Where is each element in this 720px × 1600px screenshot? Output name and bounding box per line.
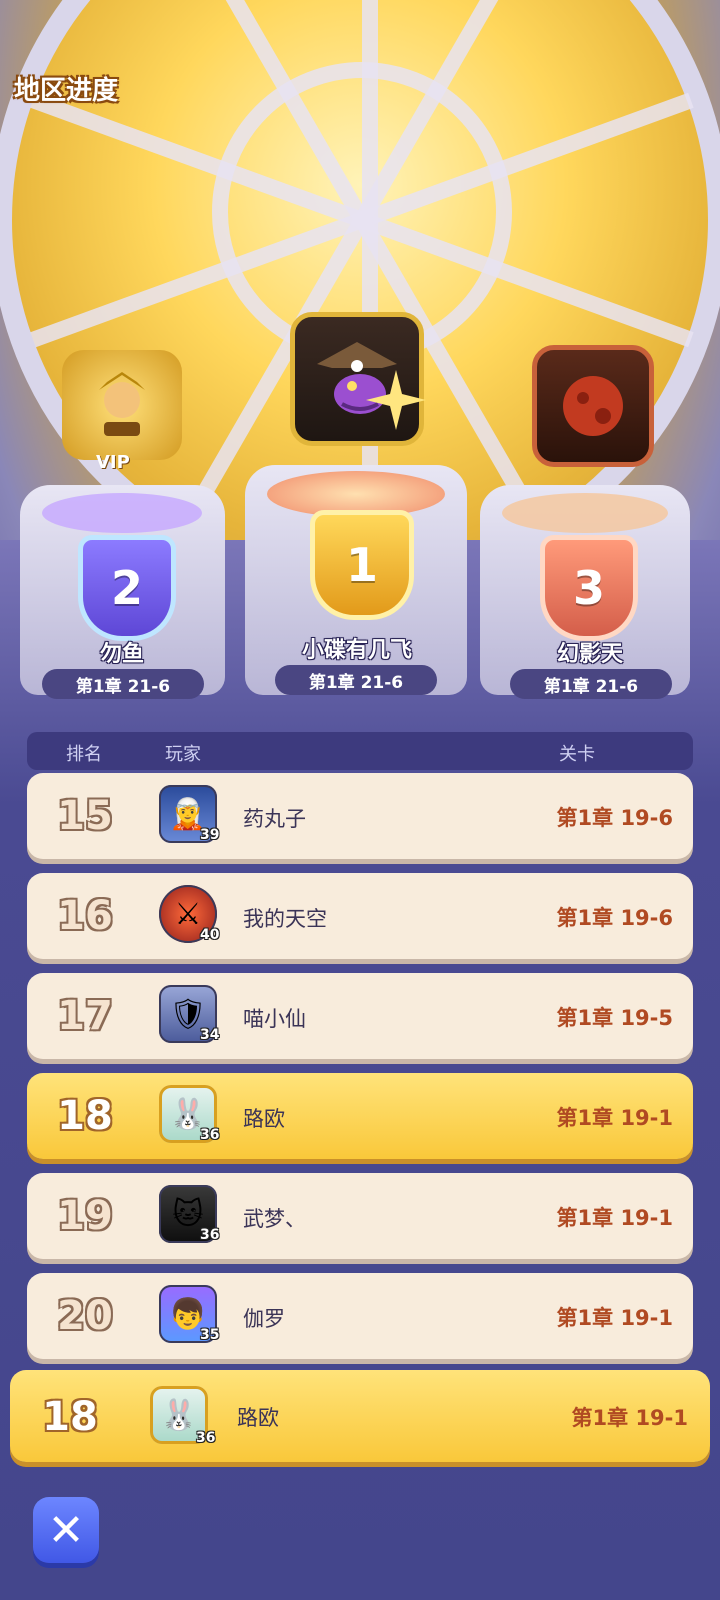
- player-name: 药丸子: [243, 807, 306, 831]
- player-level: 35: [200, 1327, 220, 1343]
- player-stage: 第1章 19-1: [556, 1106, 673, 1130]
- self-rank: 18: [42, 1394, 98, 1440]
- player-level: 40: [200, 927, 220, 943]
- player-name: 喵小仙: [243, 1007, 306, 1031]
- table-row[interactable]: 20 👦 35 伽罗 第1章 19-1: [27, 1273, 693, 1359]
- row-rank: 19: [57, 1193, 113, 1239]
- player-level: 39: [200, 827, 220, 843]
- podium-first-name: 小碟有几飞: [301, 638, 412, 663]
- player-stage: 第1章 19-6: [556, 806, 673, 830]
- self-name: 路欧: [237, 1406, 279, 1430]
- close-x-icon: ✕: [47, 1504, 85, 1556]
- player-name: 武梦、: [243, 1207, 306, 1231]
- self-stage: 第1章 19-1: [571, 1406, 688, 1430]
- player-level: 36: [200, 1127, 220, 1143]
- player-level: 36: [200, 1227, 220, 1243]
- page-title: 地区进度: [14, 76, 119, 106]
- player-stage: 第1章 19-1: [556, 1206, 673, 1230]
- podium-third-stage: 第1章 21-6: [510, 669, 672, 699]
- podium-third-name: 幻影天: [556, 642, 623, 667]
- player-stage: 第1章 19-5: [556, 1006, 673, 1030]
- red-moon-avatar-icon[interactable]: [532, 345, 654, 467]
- podium-second-stage: 第1章 21-6: [42, 669, 204, 699]
- ranking-table-header: 排名 玩家 关卡: [27, 732, 693, 770]
- vip-label: VIP: [96, 452, 130, 473]
- table-row[interactable]: 17 🛡 34 喵小仙 第1章 19-5: [27, 973, 693, 1059]
- header-stage: 关卡: [559, 744, 595, 765]
- row-rank: 15: [57, 793, 113, 839]
- row-rank: 16: [57, 893, 113, 939]
- player-stage: 第1章 19-6: [556, 906, 673, 930]
- row-rank: 20: [57, 1293, 113, 1339]
- row-rank: 18: [57, 1093, 113, 1139]
- golden-warrior-vip-avatar-icon[interactable]: [62, 350, 182, 460]
- player-name: 伽罗: [243, 1307, 285, 1331]
- rank-1-shield-icon: 1: [310, 510, 414, 620]
- table-row[interactable]: 19 🐱 36 武梦、 第1章 19-1: [27, 1173, 693, 1259]
- table-row[interactable]: 16 ⚔ 40 我的天空 第1章 19-6: [27, 873, 693, 959]
- self-level: 36: [196, 1430, 216, 1446]
- self-rank-row[interactable]: 18 🐰 36 路欧 第1章 19-1: [10, 1370, 710, 1462]
- rank-2-shield-icon: 2: [78, 535, 176, 641]
- table-row[interactable]: 15 🧝 39 药丸子 第1章 19-6: [27, 773, 693, 859]
- player-name: 路欧: [243, 1107, 285, 1131]
- rank-3-shield-icon: 3: [540, 535, 638, 641]
- header-player: 玩家: [165, 744, 201, 765]
- header-rank: 排名: [66, 744, 102, 765]
- close-button[interactable]: ✕: [33, 1497, 99, 1563]
- player-name: 我的天空: [243, 907, 327, 931]
- player-level: 34: [200, 1027, 220, 1043]
- player-stage: 第1章 19-1: [556, 1306, 673, 1330]
- table-row-highlighted[interactable]: 18 🐰 36 路欧 第1章 19-1: [27, 1073, 693, 1159]
- podium-second-name: 勿鱼: [99, 642, 144, 667]
- row-rank: 17: [57, 993, 113, 1039]
- star-sparkle-icon: [366, 370, 426, 430]
- podium-first-stage: 第1章 21-6: [275, 665, 437, 695]
